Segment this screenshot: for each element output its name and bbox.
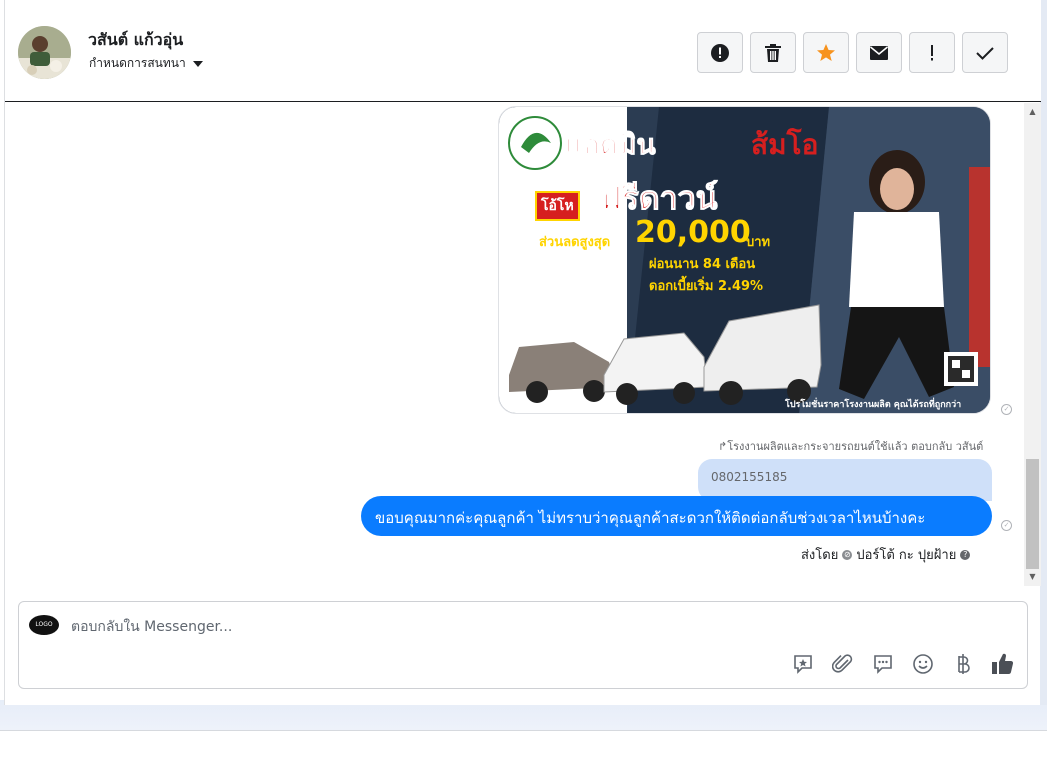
scroll-up-arrow-icon[interactable]: ▲ [1024, 105, 1041, 119]
scroll-down-arrow-icon[interactable]: ▼ [1024, 570, 1041, 584]
thumbs-up-icon [992, 653, 1014, 675]
ad-headline-2: ส้มโอ [751, 128, 819, 161]
conversation-toolbar [697, 32, 1008, 73]
ad-discount-label: ส่วนลดสูงสุด [539, 235, 611, 250]
ad-footer: โปรโมชั่นราคาโรงงานผลิต คุณได้รถที่ถูกกว… [785, 400, 962, 410]
smiley-icon [913, 654, 933, 674]
side-shade [1040, 0, 1047, 705]
reply-input[interactable] [71, 615, 671, 639]
sent-by-line: ส่งโดย ⊘ ปอร์โต้ กะ ปุยฝ้าย ? [801, 544, 971, 565]
reply-composer: LOGO [18, 601, 1028, 689]
like-button[interactable] [991, 652, 1015, 676]
payment-button[interactable] [951, 652, 975, 676]
reply-arrow-icon: ↱ [718, 440, 728, 453]
alert-circle-icon [711, 43, 729, 62]
message-thread[interactable]: แอดมิน ส้มโอ โอ้โห ฟรีดาวน์ ส่วนลดสูงสุด… [5, 103, 1041, 586]
follow-up-button[interactable] [909, 32, 955, 73]
saved-reply-button[interactable] [791, 652, 815, 676]
assign-conversation-dropdown[interactable]: กำหนดการสนทนา [89, 54, 204, 73]
star-icon [817, 43, 835, 61]
scrollbar-thumb[interactable] [1026, 459, 1039, 569]
mark-spam-button[interactable] [697, 32, 743, 73]
reply-context-text: โรงงานผลิตและกระจายรถยนต์ใช้แล้ว ตอบกลับ… [727, 440, 984, 453]
avatar[interactable] [18, 26, 71, 79]
paperclip-icon [832, 654, 853, 673]
conversation-header: วสันต์ แก้วอุ่น กำหนดการสนทนา [5, 0, 1041, 102]
sent-message-bubble[interactable]: ขอบคุณมากค่ะคุณลูกค้า ไม่ทราบว่าคุณลูกค้… [361, 496, 992, 536]
assign-label: กำหนดการสนทนา [89, 56, 186, 70]
exclamation-icon [931, 44, 933, 60]
baht-icon [958, 654, 970, 674]
trash-icon [765, 43, 781, 62]
ad-interest: ดอกเบี้ยเริ่ม 2.49% [649, 279, 764, 294]
emoji-button[interactable] [911, 652, 935, 676]
admin-icon: ⊘ [842, 549, 853, 560]
composer-toolbar [791, 652, 1015, 676]
quoted-message[interactable]: 0802155185 [698, 459, 992, 501]
seen-icon: ✓ [1001, 404, 1012, 415]
shared-ad-image[interactable]: แอดมิน ส้มโอ โอ้โห ฟรีดาวน์ ส่วนลดสูงสุด… [498, 106, 991, 414]
delete-button[interactable] [750, 32, 796, 73]
ad-discount-amount: 20,000 [635, 215, 751, 250]
mark-unread-button[interactable] [856, 32, 902, 73]
star-button[interactable] [803, 32, 849, 73]
check-icon [976, 46, 994, 60]
quick-reply-button[interactable] [871, 652, 895, 676]
sent-by-label: ส่งโดย [801, 548, 839, 563]
saved-reply-icon [794, 655, 812, 674]
ad-headline-1: แอดมิน [565, 128, 657, 162]
scrollbar[interactable]: ▲ ▼ [1024, 103, 1041, 586]
conversation-panel: วสันต์ แก้วอุ่น กำหนดการสนทนา แอดมิน ส้ม… [4, 0, 1041, 705]
envelope-icon [869, 45, 889, 60]
contact-name[interactable]: วสันต์ แก้วอุ่น [88, 28, 183, 53]
messenger-inbox-window: วสันต์ แก้วอุ่น กำหนดการสนทนา แอดมิน ส้ม… [0, 0, 1047, 757]
ad-discount-unit: บาท [746, 235, 771, 250]
caret-down-icon [192, 60, 203, 67]
avatar-photo [18, 26, 71, 79]
divider [0, 730, 1047, 731]
attach-button[interactable] [831, 652, 855, 676]
chat-bubble-icon [874, 655, 892, 674]
ad-tag: โอ้โห [535, 191, 580, 221]
mark-done-button[interactable] [962, 32, 1008, 73]
page-logo: LOGO [29, 615, 59, 635]
ad-installment: ผ่อนนาน 84 เดือน [649, 257, 756, 272]
reply-context: ↱โรงงานผลิตและกระจายรถยนต์ใช้แล้ว ตอบกลั… [718, 437, 983, 455]
help-icon[interactable]: ? [960, 549, 971, 560]
seen-icon: ✓ [1001, 520, 1012, 531]
sender-name: ปอร์โต้ กะ ปุยฝ้าย [856, 548, 957, 563]
